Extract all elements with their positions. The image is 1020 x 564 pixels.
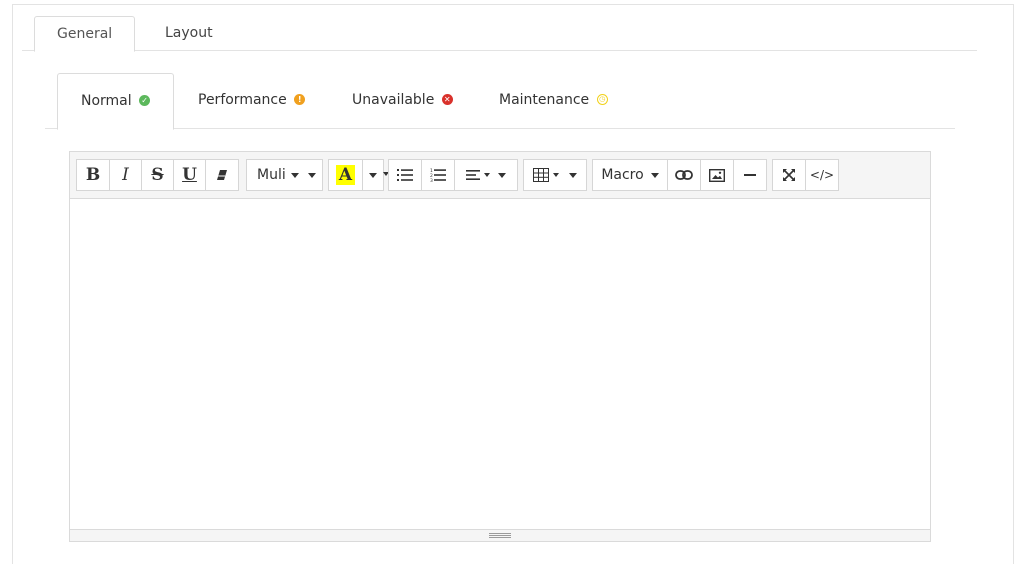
chevron-down-icon [290,172,299,178]
insert-link-button[interactable] [667,159,701,191]
chevron-down-icon [569,172,577,178]
list-ul-icon [397,169,413,181]
chevron-down-icon [307,172,316,178]
strikethrough-label: S [151,165,164,185]
svg-text:3: 3 [430,178,433,182]
editor-content-area[interactable] [70,199,930,529]
list-ol-icon: 1 2 3 [430,168,446,182]
resize-handle[interactable] [489,533,511,538]
chevron-down-icon [498,172,506,178]
fullscreen-button[interactable] [772,159,806,191]
chevron-down-icon [650,172,659,178]
table-dropdown[interactable] [523,159,587,191]
bold-label: B [85,165,101,185]
chevron-down-icon [484,173,490,177]
image-icon [709,168,725,182]
font-name-label: Muli [257,167,286,183]
check-circle-icon: ✓ [139,94,151,106]
tab-performance-label: Performance [198,92,287,108]
eraser-icon [217,170,227,180]
unordered-list-button[interactable] [388,159,422,191]
highlight-label: A [335,165,356,185]
clock-circle-icon: ◷ [596,93,608,105]
expand-icon [783,169,795,181]
editor-toolbar: B I S U Muli A 1 2 3 Macro </> [70,152,930,199]
underline-label: U [182,165,197,185]
tab-general-label: General [57,26,113,42]
tab-normal-label: Normal [81,93,132,109]
code-view-button[interactable]: </> [805,159,839,191]
tab-unavailable[interactable]: Unavailable ✕ [352,73,453,130]
macro-label: Macro [601,167,644,183]
tab-maintenance-label: Maintenance [499,92,590,108]
paragraph-align-dropdown[interactable] [454,159,518,191]
tab-normal[interactable]: Normal ✓ [57,73,175,130]
rich-text-editor: B I S U Muli A 1 2 3 Macro </> [69,151,931,542]
macro-dropdown[interactable]: Macro [592,159,668,191]
font-name-dropdown[interactable]: Muli [246,159,323,191]
tab-maintenance[interactable]: Maintenance ◷ [499,73,608,130]
strikethrough-button[interactable]: S [141,159,174,191]
highlight-color-button[interactable]: A [328,159,363,191]
italic-label: I [122,165,129,185]
horizontal-rule-button[interactable] [733,159,767,191]
code-view-label: </> [809,168,835,182]
ordered-list-button[interactable]: 1 2 3 [421,159,455,191]
minus-icon [744,174,756,176]
main-tabs: General Layout [22,16,977,52]
tab-layout[interactable]: Layout [143,16,235,52]
tab-performance[interactable]: Performance ! [198,73,306,130]
tab-general[interactable]: General [34,16,136,52]
times-circle-icon: ✕ [441,93,453,105]
color-dropdown-button[interactable] [362,159,384,191]
align-left-icon [466,170,480,180]
bold-button[interactable]: B [76,159,110,191]
clear-format-button[interactable] [205,159,239,191]
tab-layout-label: Layout [165,25,213,41]
tab-unavailable-label: Unavailable [352,92,435,108]
status-tabs: Normal ✓ Performance ! Unavailable ✕ Mai… [45,73,955,130]
chevron-down-icon [369,172,377,178]
italic-button[interactable]: I [109,159,142,191]
insert-image-button[interactable] [700,159,734,191]
link-icon [675,170,693,180]
editor-statusbar [70,529,930,541]
underline-button[interactable]: U [173,159,206,191]
exclamation-circle-icon: ! [294,93,306,105]
chevron-down-icon [553,173,559,177]
table-icon [533,168,549,182]
